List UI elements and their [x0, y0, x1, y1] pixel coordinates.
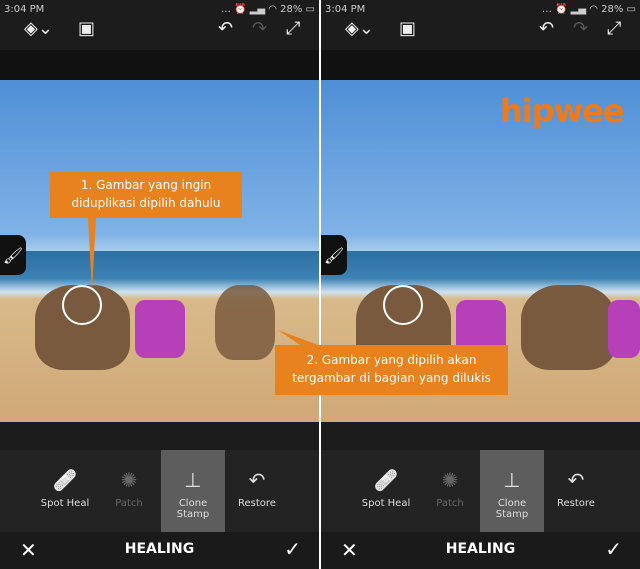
- callout-pointers: [88, 218, 318, 345]
- callout-2: 2. Gambar yang dipilih akan tergambar di…: [275, 345, 508, 395]
- callout-1-pointer: [88, 218, 96, 292]
- hipwee-logo: hipwee: [500, 92, 625, 130]
- callout-2-pointer: [278, 330, 318, 345]
- callout-1: 1. Gambar yang ingin diduplikasi dipilih…: [50, 172, 242, 218]
